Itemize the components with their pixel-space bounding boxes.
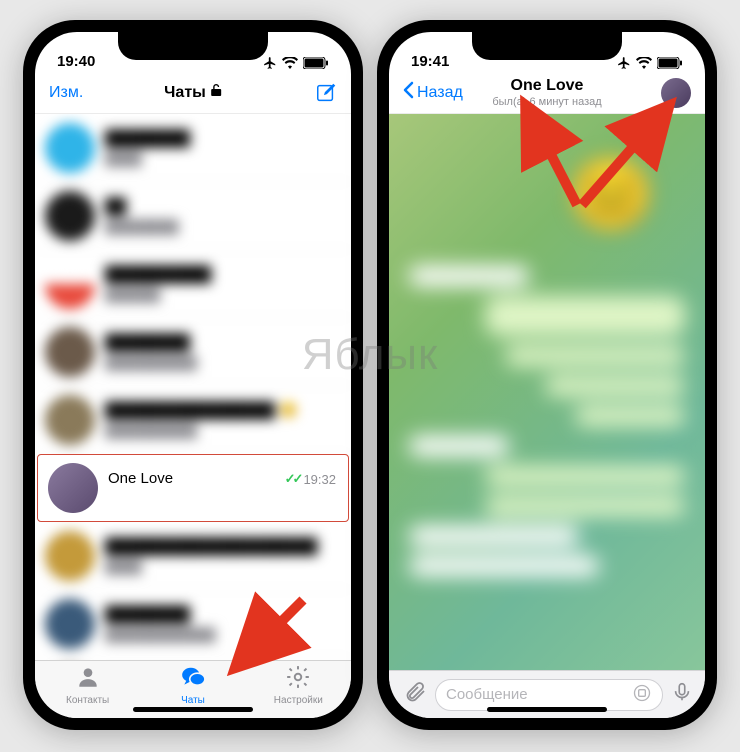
message-bubble-out (485, 496, 685, 516)
avatar (661, 78, 691, 108)
phone-frame-right: 19:41 Назад One Love был(а) 6 минут наза… (377, 20, 717, 730)
message-bubble-out (485, 296, 685, 336)
message-bubble-out (545, 376, 685, 396)
tab-chats[interactable]: Чаты (153, 664, 233, 706)
edit-button[interactable]: Изм. (49, 84, 83, 102)
gear-icon (285, 664, 311, 693)
wifi-icon (282, 57, 298, 69)
status-time: 19:41 (411, 53, 471, 70)
nav-bar: Назад One Love был(а) 6 минут назад (389, 72, 705, 114)
battery-icon (303, 57, 329, 69)
chat-title[interactable]: One Love (511, 77, 584, 95)
chat-row[interactable]: ████████████ (35, 658, 351, 660)
emoji-sticker: 😐 (568, 154, 655, 236)
message-bubble-out (575, 406, 685, 426)
message-bubble-in (409, 436, 509, 456)
unlock-icon (210, 83, 222, 102)
chat-row-highlighted[interactable]: One Love ✓✓ 19:32 (37, 454, 349, 522)
airplane-icon (263, 56, 277, 70)
message-bubble-in (409, 526, 579, 546)
chat-row[interactable]: ████████████████ (35, 250, 351, 318)
avatar (48, 463, 98, 513)
phone-frame-left: 19:40 Изм. Чаты ██████████ (23, 20, 363, 730)
chat-row[interactable]: ██████████ (35, 182, 351, 250)
tab-settings[interactable]: Настройки (258, 664, 338, 706)
compose-button[interactable] (315, 82, 337, 104)
chat-row[interactable]: ████████████████████████ (35, 522, 351, 590)
tab-contacts[interactable]: Контакты (48, 664, 128, 706)
notch (118, 32, 268, 60)
chat-background[interactable]: 😐 (389, 114, 705, 670)
chats-icon (180, 664, 206, 693)
home-indicator[interactable] (133, 707, 253, 712)
tab-label: Контакты (66, 695, 109, 706)
tab-label: Чаты (181, 695, 205, 706)
mic-icon[interactable] (671, 681, 693, 708)
back-button[interactable]: Назад (403, 81, 463, 104)
chat-list[interactable]: ████████████ ██████████ ████████████████… (35, 114, 351, 660)
chat-row[interactable]: ██████████████████ (35, 318, 351, 386)
chat-row[interactable]: ████████████████████ (35, 590, 351, 658)
message-bubble-in (409, 266, 529, 286)
attach-icon[interactable] (403, 680, 427, 709)
chat-time: 19:32 (303, 472, 336, 487)
chevron-left-icon (403, 81, 415, 104)
notch (472, 32, 622, 60)
message-bubble-in (409, 556, 599, 576)
chat-row[interactable]: ████████████ (35, 114, 351, 182)
wifi-icon (636, 57, 652, 69)
person-icon (75, 664, 101, 693)
chat-preview (108, 491, 336, 506)
sticker-icon[interactable] (632, 683, 652, 707)
profile-avatar-button[interactable] (661, 78, 691, 108)
status-time: 19:40 (57, 53, 117, 70)
page-title: Чаты (164, 84, 206, 102)
tab-label: Настройки (274, 695, 323, 706)
chat-row[interactable]: ████████████████ 😊██████████ (35, 386, 351, 454)
battery-icon (657, 57, 683, 69)
nav-bar: Изм. Чаты (35, 72, 351, 114)
last-seen: был(а) 6 минут назад (492, 96, 601, 108)
message-input[interactable]: Сообщение (435, 679, 663, 711)
back-label: Назад (417, 84, 463, 102)
airplane-icon (617, 56, 631, 70)
message-bubble-out (505, 346, 685, 366)
message-bubble-out (485, 466, 685, 486)
home-indicator[interactable] (487, 707, 607, 712)
read-checks-icon: ✓✓ (285, 471, 301, 487)
chat-name: One Love (108, 470, 173, 487)
message-placeholder: Сообщение (446, 686, 528, 703)
